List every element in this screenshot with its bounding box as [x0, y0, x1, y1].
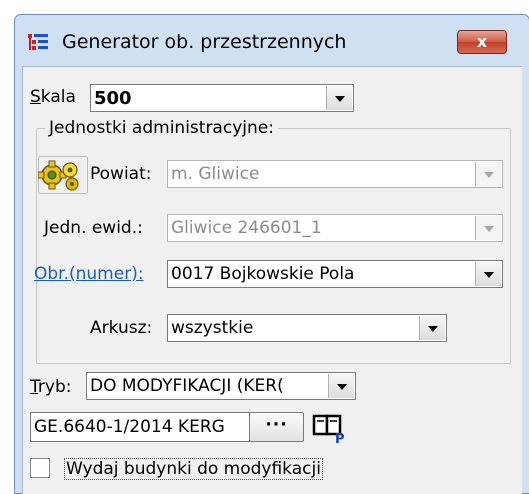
- book-icon[interactable]: P: [311, 410, 347, 444]
- mode-select[interactable]: DO MODYFIKACJI (KER(: [86, 372, 356, 400]
- modify-buildings-label[interactable]: Wydaj budynki do modyfikacji: [64, 458, 323, 480]
- arkusz-select[interactable]: wszystkie: [167, 314, 447, 342]
- chevron-down-icon[interactable]: [326, 86, 352, 110]
- mode-label: Tryb:: [30, 377, 72, 397]
- scale-label-rest: kala: [40, 87, 76, 107]
- powiat-select: m. Gliwice: [167, 160, 503, 188]
- jedn-ewid-select: Gliwice 246601_1: [167, 214, 503, 242]
- scale-label: Skala: [30, 87, 76, 107]
- app-icon: [28, 34, 48, 50]
- document-value: GE.6640-1/2014 KERG: [34, 417, 225, 437]
- jedn-ewid-label: Jedn. ewid.:: [44, 218, 143, 238]
- powiat-value: m. Gliwice: [171, 164, 260, 184]
- powiat-label: Powiat:: [90, 164, 152, 184]
- modify-buildings-checkbox[interactable]: [30, 458, 50, 478]
- chevron-down-icon: [475, 162, 501, 186]
- obreb-select[interactable]: 0017 Bojkowskie Pola: [167, 260, 503, 288]
- browse-button[interactable]: ···: [249, 412, 304, 442]
- jedn-ewid-value: Gliwice 246601_1: [171, 218, 322, 238]
- window-title: Generator ob. przestrzennych: [62, 31, 347, 53]
- close-button[interactable]: x: [457, 30, 507, 54]
- document-field[interactable]: GE.6640-1/2014 KERG: [30, 412, 250, 442]
- arkusz-label: Arkusz:: [90, 318, 153, 338]
- obreb-link[interactable]: Obr.(numer):: [34, 264, 144, 284]
- obreb-value: 0017 Bojkowskie Pola: [171, 264, 355, 284]
- arkusz-value: wszystkie: [171, 318, 254, 338]
- chevron-down-icon[interactable]: [475, 262, 501, 286]
- chevron-down-icon[interactable]: [328, 374, 354, 398]
- scale-select[interactable]: 500: [90, 84, 354, 112]
- book-icon-letter: P: [335, 432, 345, 444]
- mode-value: DO MODYFIKACJI (KER(: [90, 376, 284, 396]
- admin-units-title: Jednostki administracyjne:: [45, 118, 278, 138]
- gear-icon[interactable]: [38, 156, 88, 194]
- chevron-down-icon: [475, 216, 501, 240]
- scale-value: 500: [94, 88, 132, 109]
- chevron-down-icon[interactable]: [419, 316, 445, 340]
